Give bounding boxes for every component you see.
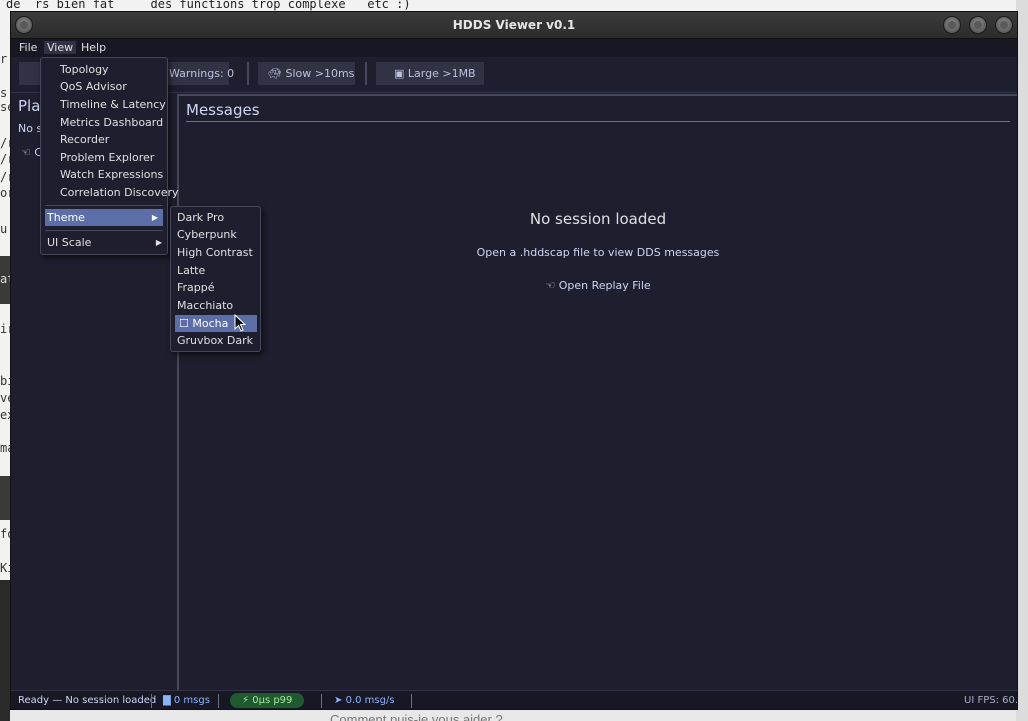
empty-state-hint: Open a .hddscap file to view DDS message… <box>476 246 720 259</box>
status-rate: ➤ 0.0 msg/s <box>334 695 395 706</box>
slow-label: Slow >10ms <box>285 67 355 80</box>
menu-item-theme-label: Theme <box>47 211 85 224</box>
warnings-label: Warnings: 0 <box>169 67 235 80</box>
terminal-fragment: ve <box>0 391 10 405</box>
large-label: Large >1MB <box>407 67 476 80</box>
theme-frappe[interactable]: Frappé <box>171 279 260 296</box>
theme-submenu: Dark Pro Cyberpunk High Contrast Latte F… <box>170 206 261 352</box>
theme-gruvbox-dark[interactable]: Gruvbox Dark <box>171 332 260 349</box>
menu-item-topology[interactable]: Topology <box>41 61 167 78</box>
menu-bar: File View Help <box>11 39 1017 57</box>
status-ready: Ready — No session loaded <box>18 695 157 706</box>
terminal-fragment: ex <box>0 408 10 422</box>
latency-label: 0µs p99 <box>252 695 293 706</box>
empty-state-title: No session loaded <box>529 210 667 228</box>
terminal-fragment: or <box>0 186 10 200</box>
box-icon: ▣ <box>394 67 405 80</box>
terminal-fragment: r <box>0 52 8 66</box>
toolbar-divider <box>365 62 367 85</box>
playback-title: Pla <box>18 97 41 115</box>
status-msgs-label: 0 msgs <box>173 695 210 706</box>
arrow-icon: ➤ <box>334 695 343 706</box>
checkbox-icon: ☐ <box>179 317 189 330</box>
messages-title: Messages <box>186 101 260 119</box>
theme-dark-pro[interactable]: Dark Pro <box>171 209 260 226</box>
menu-item-recorder[interactable]: Recorder <box>41 131 167 148</box>
latency-badge: ⚡︎ 0µs p99 <box>230 693 305 708</box>
menu-item-metrics[interactable]: Metrics Dashboard <box>41 114 167 131</box>
status-divider <box>218 694 219 708</box>
terminal-fragment: bi <box>0 374 10 388</box>
panel-divider <box>179 94 1017 96</box>
status-divider <box>321 694 322 708</box>
status-bar: Ready — No session loaded ▇ 0 msgs ⚡︎ 0µ… <box>11 690 1018 709</box>
menu-item-qos-advisor[interactable]: QoS Advisor <box>41 78 167 95</box>
menu-separator <box>45 230 163 231</box>
status-divider <box>151 694 152 708</box>
terminal-fragment: at <box>0 272 10 286</box>
menu-item-ui-scale[interactable]: UI Scale ▶ <box>41 234 167 251</box>
chat-input-strip: Comment puis-je vous aider ? <box>10 710 1028 721</box>
terminal-fragment: /r <box>0 152 10 166</box>
terminal-fragment: ir <box>0 322 10 336</box>
menu-item-ui-scale-label: UI Scale <box>47 236 92 249</box>
menu-item-problem-explorer[interactable]: Problem Explorer <box>41 149 167 166</box>
minimize-button[interactable] <box>943 16 961 34</box>
hand-icon: ☜ <box>545 279 556 292</box>
theme-high-contrast[interactable]: High Contrast <box>171 244 260 261</box>
messages-divider <box>186 121 1010 122</box>
chat-placeholder: Comment puis-je vous aider ? <box>330 712 503 721</box>
terminal-block <box>0 476 10 520</box>
chevron-right-icon: ▶ <box>151 213 158 222</box>
status-fps: UI FPS: 60.0 <box>964 695 1018 706</box>
chevron-right-icon: ▶ <box>155 238 162 247</box>
menu-item-timeline[interactable]: Timeline & Latency <box>41 96 167 113</box>
terminal-block <box>0 580 10 721</box>
turtle-icon: 🐢︎ <box>268 67 282 80</box>
terminal-fragment: Kit <box>0 561 10 575</box>
mouse-cursor-icon <box>234 314 246 332</box>
open-replay-button[interactable]: ☜ Open Replay File <box>186 279 1010 292</box>
terminal-fragment: fo <box>0 527 10 541</box>
status-divider <box>411 694 412 708</box>
playback-open-button[interactable]: ☜ C <box>21 146 42 159</box>
menu-help[interactable]: Help <box>78 41 109 54</box>
menu-separator <box>45 205 163 206</box>
maximize-button[interactable] <box>969 16 987 34</box>
terminal-text: de rs bien fat des functions trop comple… <box>6 0 411 11</box>
open-replay-label: Open Replay File <box>558 279 651 292</box>
terminal-fragment: se <box>0 100 10 114</box>
bar-chart-icon: ▇ <box>163 695 171 706</box>
terminal-fragment: /r <box>0 136 10 150</box>
terminal-fragment: /r <box>0 170 10 184</box>
theme-mocha-label: Mocha <box>192 317 229 330</box>
hand-icon: ☜ <box>21 146 31 159</box>
terminal-fragment: s <box>0 86 8 100</box>
menu-view[interactable]: View <box>44 41 77 54</box>
title-bar[interactable]: HDDS Viewer v0.1 <box>11 12 1017 39</box>
menu-item-correlation[interactable]: Correlation Discovery <box>41 184 179 201</box>
menu-item-watch-expressions[interactable]: Watch Expressions <box>41 166 167 183</box>
theme-cyberpunk[interactable]: Cyberpunk <box>171 226 260 243</box>
theme-latte[interactable]: Latte <box>171 262 260 279</box>
menu-item-theme[interactable]: Theme ▶ <box>45 209 163 226</box>
theme-macchiato[interactable]: Macchiato <box>171 297 260 314</box>
toolbar-divider <box>247 62 249 85</box>
large-filter-button[interactable]: ▣ Large >1MB <box>376 62 484 85</box>
close-button[interactable] <box>995 16 1013 34</box>
slow-filter-button[interactable]: 🐢︎ Slow >10ms <box>258 62 355 85</box>
terminal-fragment: ma <box>0 441 10 455</box>
status-msgs: ▇ 0 msgs <box>163 695 210 706</box>
view-menu: Topology QoS Advisor Timeline & Latency … <box>40 57 179 255</box>
terminal-fragment: u <box>0 222 8 236</box>
playback-status: No s <box>18 122 43 135</box>
menu-file[interactable]: File <box>16 41 40 54</box>
lightning-icon: ⚡︎ <box>242 695 250 706</box>
status-rate-label: 0.0 msg/s <box>345 695 395 706</box>
window-title: HDDS Viewer v0.1 <box>452 18 576 32</box>
